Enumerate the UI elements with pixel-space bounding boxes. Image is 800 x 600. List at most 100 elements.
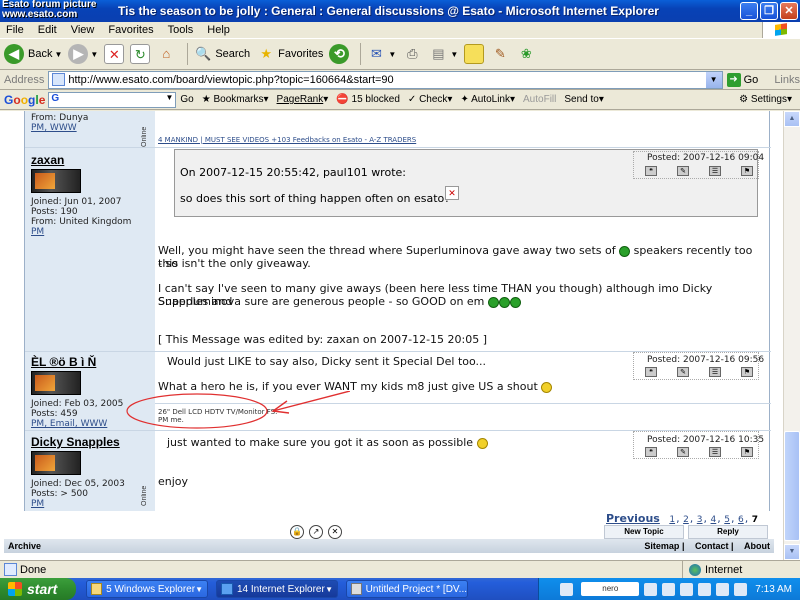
- stop-button[interactable]: ✕: [104, 41, 125, 67]
- scroll-down-icon[interactable]: ▼: [784, 544, 800, 560]
- user-links[interactable]: PM: [31, 499, 44, 509]
- signature[interactable]: 4 MANKIND | MUST SEE VIDEOS +103 Feedbac…: [158, 136, 416, 144]
- about-link[interactable]: About: [744, 541, 770, 551]
- page-link[interactable]: 4: [711, 515, 717, 525]
- edit-icon[interactable]: ✎: [677, 166, 689, 176]
- nero-search-box[interactable]: nero: [581, 582, 640, 596]
- autofill-button[interactable]: AutoFill: [523, 94, 556, 105]
- edit-note: [ This Message was edited by: zaxan on 2…: [158, 333, 488, 346]
- popup-blocked-button[interactable]: ⛔ 15 blocked: [336, 94, 400, 105]
- settings-button[interactable]: ⚙ Settings▾: [739, 94, 792, 105]
- previous-page-link[interactable]: Previous: [606, 512, 660, 525]
- google-go-button[interactable]: Go: [180, 94, 193, 105]
- sendto-button[interactable]: Send to▾: [564, 94, 604, 105]
- mail-button[interactable]: ✉ ▼: [366, 41, 396, 67]
- favorites-button[interactable]: ★ Favorites: [256, 41, 323, 67]
- print-button[interactable]: ⎙: [402, 41, 422, 67]
- edit-icon[interactable]: ✎: [677, 367, 689, 377]
- username[interactable]: Dicky Snapples: [31, 435, 120, 449]
- taskbar-item-explorer[interactable]: 5 Windows Explorer ▼: [86, 580, 208, 598]
- taskbar-item-ie[interactable]: 14 Internet Explorer ▼: [216, 580, 338, 598]
- page-link[interactable]: 3: [697, 515, 703, 525]
- menu-tools[interactable]: Tools: [168, 24, 194, 36]
- report-icon[interactable]: ⚑: [741, 447, 753, 457]
- links-button[interactable]: Links: [774, 74, 800, 86]
- discuss-button[interactable]: [464, 41, 485, 67]
- tray-icon[interactable]: [734, 582, 748, 596]
- taskbar-item-project[interactable]: Untitled Project * [DV...: [346, 580, 468, 598]
- start-button[interactable]: start: [0, 578, 76, 600]
- delete-icon[interactable]: ✕: [328, 525, 342, 539]
- tray-icon[interactable]: [560, 582, 574, 596]
- scroll-thumb[interactable]: [784, 431, 800, 541]
- move-icon[interactable]: ↗: [309, 525, 323, 539]
- maximize-button[interactable]: ❐: [760, 2, 778, 20]
- scroll-up-icon[interactable]: ▲: [784, 111, 800, 127]
- tray-icon[interactable]: [644, 582, 658, 596]
- edit-icon[interactable]: ✎: [677, 447, 689, 457]
- star-icon: ★: [260, 46, 272, 61]
- reply-button[interactable]: Reply: [688, 525, 768, 539]
- new-topic-button[interactable]: New Topic: [604, 525, 684, 539]
- go-arrow-icon: ➜: [726, 72, 741, 87]
- home-button[interactable]: ⌂: [156, 41, 176, 67]
- report-icon[interactable]: ⚑: [741, 166, 753, 176]
- quote-icon[interactable]: ❝: [645, 447, 657, 457]
- user-links[interactable]: PM: [31, 227, 44, 237]
- autolink-button[interactable]: ✦ AutoLink▾: [460, 94, 515, 105]
- contact-link[interactable]: Contact: [695, 541, 729, 551]
- menu-favorites[interactable]: Favorites: [108, 24, 153, 36]
- tray-icon[interactable]: [698, 582, 712, 596]
- post-text: Would just LIKE to say also, Dicky sent …: [167, 355, 487, 368]
- close-button[interactable]: ✕: [780, 2, 798, 20]
- menu-view[interactable]: View: [71, 24, 95, 36]
- forward-button[interactable]: ▶ ▼: [68, 41, 98, 67]
- edit-button[interactable]: ▤ ▼: [428, 41, 458, 67]
- research-button[interactable]: ✎: [490, 41, 510, 67]
- vertical-scrollbar[interactable]: ▲ ▼: [783, 111, 800, 560]
- quote-icon[interactable]: ❝: [645, 166, 657, 176]
- messenger-button[interactable]: ❀: [516, 41, 536, 67]
- profile-icon[interactable]: ☰: [709, 367, 721, 377]
- post-date: Posted: 2007-12-16 09:04: [647, 153, 765, 163]
- page-link[interactable]: 2: [683, 515, 689, 525]
- menu-file[interactable]: File: [6, 24, 24, 36]
- page-link[interactable]: 6: [738, 515, 744, 525]
- window-title: Tis the season to be jolly : General : G…: [118, 4, 659, 18]
- search-button[interactable]: 🔍 Search: [193, 41, 250, 67]
- windows-flag-icon: [8, 582, 22, 596]
- bookmarks-button[interactable]: ★ Bookmarks▾: [202, 94, 269, 105]
- username[interactable]: ÈL ®ö B ì Ň: [31, 355, 96, 369]
- report-icon[interactable]: ⚑: [741, 367, 753, 377]
- volume-icon[interactable]: [716, 582, 730, 596]
- refresh-button[interactable]: ↻: [130, 41, 151, 67]
- spellcheck-button[interactable]: ✓ Check▾: [408, 94, 453, 105]
- profile-icon[interactable]: ☰: [709, 166, 721, 176]
- user-links[interactable]: PM, WWW: [31, 123, 77, 133]
- user-links[interactable]: PM, Email, WWW: [31, 419, 107, 429]
- tray-icon[interactable]: [680, 582, 694, 596]
- archive-link[interactable]: Archive: [8, 541, 41, 551]
- history-button[interactable]: ⟲: [329, 41, 350, 67]
- pagerank-indicator[interactable]: PageRank▾: [277, 94, 329, 105]
- post-actions: ❝ ✎ ☰ ⚑: [645, 367, 773, 377]
- online-indicator: Online: [141, 126, 148, 148]
- minimize-button[interactable]: _: [740, 2, 758, 20]
- menu-edit[interactable]: Edit: [38, 24, 57, 36]
- lock-icon[interactable]: 🔒: [290, 525, 304, 539]
- back-button[interactable]: ◀ Back ▼: [4, 41, 62, 67]
- tray-icon[interactable]: [662, 582, 676, 596]
- sitemap-link[interactable]: Sitemap: [644, 541, 679, 551]
- page-link[interactable]: 5: [724, 515, 730, 525]
- globe-icon: [689, 564, 701, 576]
- page-link[interactable]: 1: [669, 515, 675, 525]
- address-dropdown-icon[interactable]: ▼: [705, 71, 722, 88]
- menu-help[interactable]: Help: [207, 24, 230, 36]
- profile-icon[interactable]: ☰: [709, 447, 721, 457]
- go-button[interactable]: ➜ Go: [726, 72, 758, 87]
- google-search-input[interactable]: G ▼: [48, 91, 177, 108]
- quote-icon[interactable]: ❝: [645, 367, 657, 377]
- clock[interactable]: 7:13 AM: [755, 584, 792, 595]
- address-input[interactable]: http://www.esato.com/board/viewtopic.php…: [48, 70, 723, 89]
- username[interactable]: zaxan: [31, 153, 64, 167]
